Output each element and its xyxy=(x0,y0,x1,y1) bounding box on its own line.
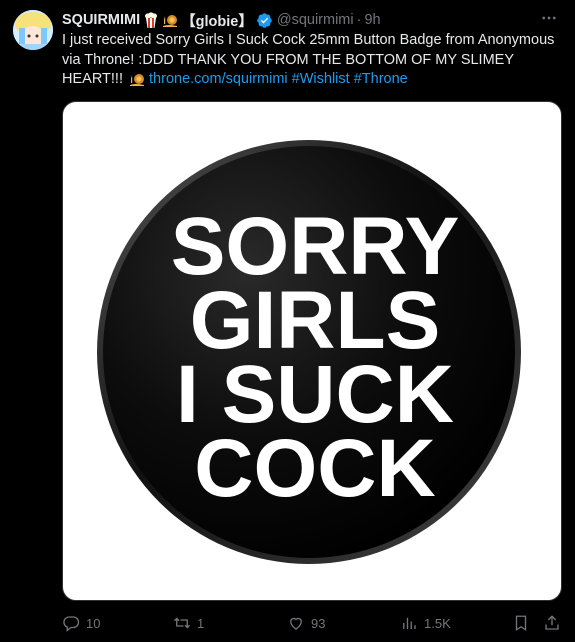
reply-button[interactable]: 10 xyxy=(62,610,100,636)
avatar[interactable] xyxy=(13,10,53,50)
share-button[interactable] xyxy=(543,610,561,636)
views-button[interactable]: 1.5K xyxy=(400,610,451,636)
tweet[interactable]: SQUIRMIMI 【globie】 @squirmimi · 9h I jus… xyxy=(0,0,575,642)
display-name[interactable]: SQUIRMIMI xyxy=(62,12,140,28)
popcorn-icon xyxy=(143,12,159,28)
repost-count: 1 xyxy=(197,615,205,631)
snail-icon xyxy=(162,12,178,28)
display-name-suffix: 【globie】 xyxy=(181,13,253,30)
user-handle[interactable]: @squirmimi xyxy=(277,12,354,28)
share-icon xyxy=(545,615,559,630)
bookmark-icon xyxy=(515,615,527,632)
separator-dot: · xyxy=(356,12,362,28)
hashtag-throne[interactable]: #Throne xyxy=(354,71,408,87)
tweet-header: SQUIRMIMI 【globie】 @squirmimi · 9h xyxy=(62,10,561,30)
views-count: 1.5K xyxy=(424,615,451,631)
like-button[interactable]: 93 xyxy=(287,610,325,636)
reply-icon xyxy=(63,616,80,632)
like-icon xyxy=(290,617,302,630)
throne-link[interactable]: throne.com/squirmimi xyxy=(149,71,288,87)
like-count: 93 xyxy=(311,615,326,631)
tweet-text: I just received Sorry Girls I Suck Cock … xyxy=(62,31,562,90)
more-icon[interactable] xyxy=(537,6,561,30)
action-bar: 10 1 93 1.5K xyxy=(62,610,562,636)
repost-button[interactable]: 1 xyxy=(173,610,204,636)
badge-text-line-4: COCK xyxy=(194,423,435,514)
reply-count: 10 xyxy=(86,615,101,631)
views-icon xyxy=(403,617,416,629)
bookmark-button[interactable] xyxy=(512,610,530,636)
badge-image: SORRY GIRLS I SUCK COCK xyxy=(97,140,521,564)
verified-badge-icon xyxy=(257,12,272,28)
repost-icon xyxy=(174,617,190,629)
hashtag-wishlist[interactable]: #Wishlist xyxy=(292,71,350,87)
timestamp[interactable]: 9h xyxy=(364,12,380,28)
tweet-image[interactable]: SORRY GIRLS I SUCK COCK xyxy=(62,101,562,601)
snail-icon xyxy=(129,71,145,87)
